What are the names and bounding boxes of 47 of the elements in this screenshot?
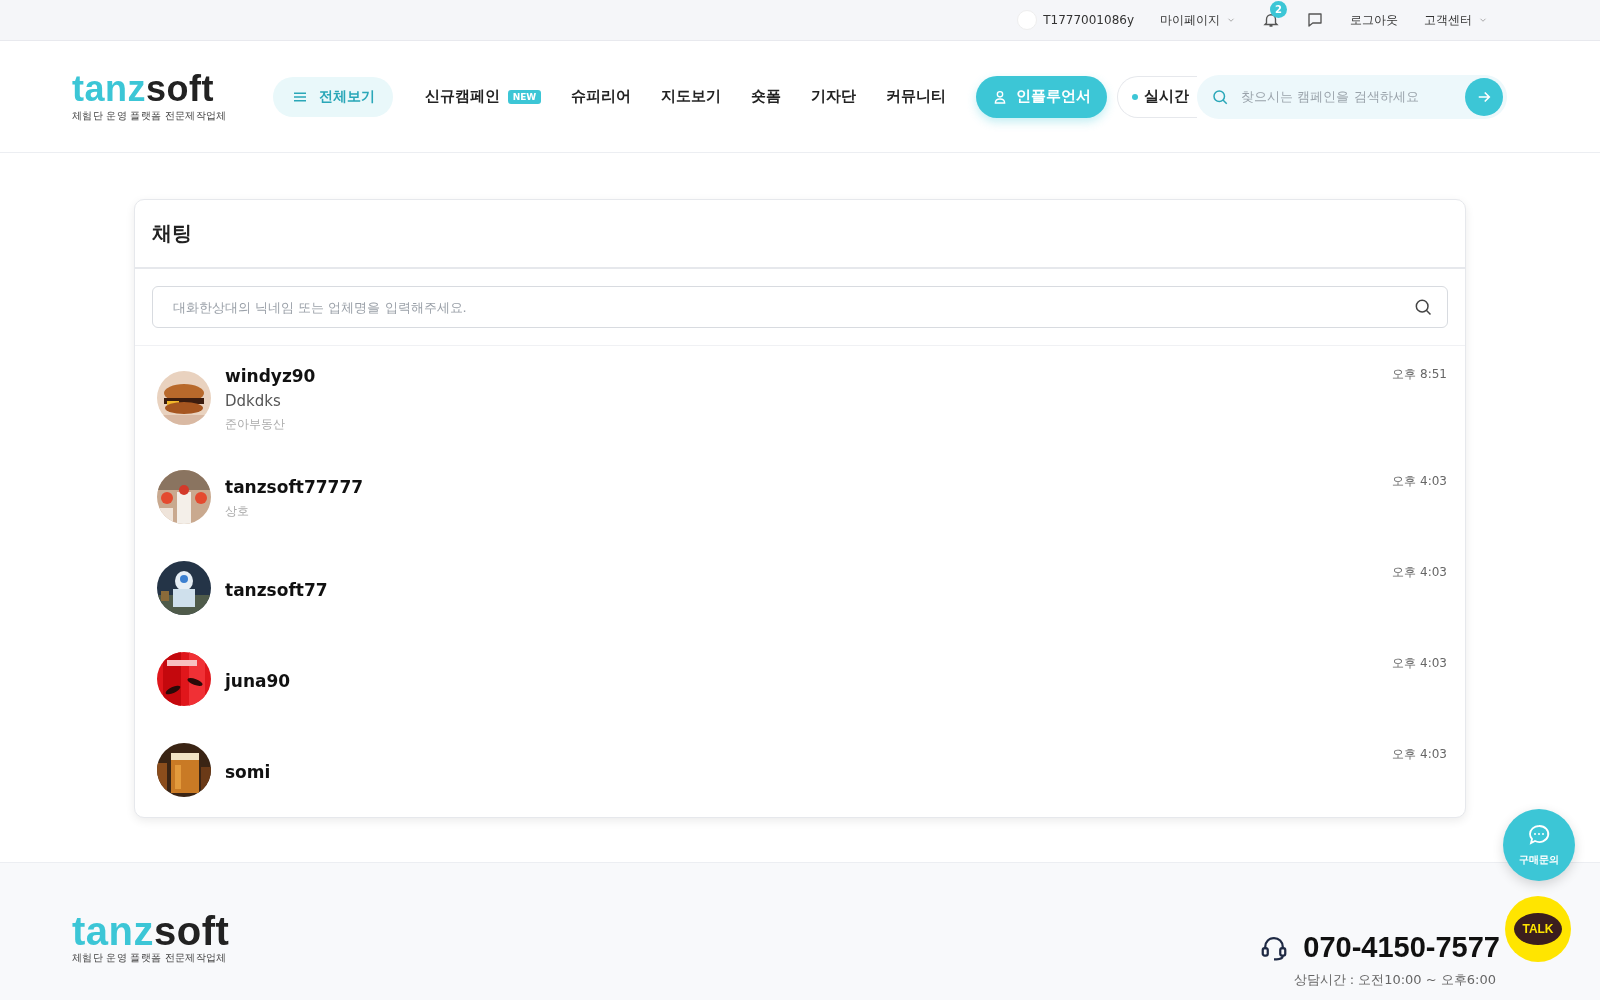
contact-name: tanzsoft77777 — [225, 477, 365, 497]
company-name: 상호 — [225, 503, 250, 520]
contact-name: tanzsoft77 — [225, 579, 329, 600]
logo-tagline: 체험단 운영 플랫폼 전문제작업체 — [72, 108, 227, 123]
business-hours: 상담시간 : 오전10:00 ~ 오후6:00 — [1293, 971, 1496, 989]
nav-link[interactable]: 지도보기 — [661, 87, 722, 106]
search-icon — [1211, 87, 1230, 106]
contact-name: juna90 — [225, 670, 292, 691]
conversation-item[interactable]: juna90 오후 4:03 — [135, 635, 1465, 726]
logo-wordmark[interactable]: tanzsoft — [72, 70, 214, 107]
logo-tagline: 체험단 운영 플랫폼 전문제작업체 — [72, 951, 227, 965]
conversation-item[interactable]: windyz90 Ddkdks 준아부동산 오후 8:51 — [135, 346, 1465, 453]
conversation-item[interactable]: tanzsoft77 오후 4:03 — [135, 544, 1465, 635]
message-time: 오후 4:03 — [1392, 746, 1447, 763]
search-bar[interactable]: 대화한상대의 닉네임 또는 업체명을 입력해주세요. — [152, 286, 1448, 328]
contact-name: somi — [225, 761, 272, 782]
new-badge: NEW — [507, 89, 542, 104]
nav-link[interactable]: 슈피리어 — [571, 87, 632, 106]
search-icon — [1413, 297, 1433, 317]
phone-number: 070-4150-7577 — [1303, 931, 1500, 964]
message-time: 오후 4:03 — [1392, 473, 1447, 490]
company-name: 준아부동산 — [225, 416, 286, 433]
notification-badge: 2 — [1270, 1, 1287, 18]
logo-wordmark[interactable]: tanzsoft — [72, 913, 230, 949]
last-message: Ddkdks — [225, 392, 282, 410]
chat-icon — [1306, 11, 1324, 29]
user-id: T1777001086y — [1043, 13, 1134, 27]
conversation-item[interactable]: somi 오후 4:03 — [135, 726, 1465, 817]
live-dot-icon — [1132, 93, 1139, 100]
support-menu[interactable]: 고객센터 — [1424, 11, 1488, 29]
message-time: 오후 4:03 — [1392, 655, 1447, 672]
search-submit-button[interactable] — [1465, 77, 1504, 116]
speech-bubble-icon — [1527, 823, 1551, 847]
nav-link[interactable]: 신규캠페인 NEW — [424, 87, 542, 106]
conversation-item[interactable]: tanzsoft77777 상호 오후 4:03 — [135, 453, 1465, 544]
contact-name: windyz90 — [225, 366, 317, 386]
search-bar[interactable]: 찾으시는 캠페인을 검색하세요 — [1197, 74, 1508, 119]
panel-title: 채팅 — [135, 200, 1465, 269]
message-time: 오후 8:51 — [1392, 366, 1447, 383]
nav-link[interactable]: 커뮤니티 — [886, 87, 947, 106]
nav-link[interactable]: 기자단 — [811, 87, 857, 106]
campaign-search-field[interactable]: 찾으시는 캠페인을 검색하세요 — [1239, 88, 1456, 105]
mypage-menu[interactable]: 마이페이지 — [1160, 11, 1236, 29]
message-time: 오후 4:03 — [1392, 564, 1447, 581]
logout-link[interactable]: 로그아웃 — [1350, 11, 1398, 29]
nav-link[interactable]: 숏폼 — [751, 87, 782, 106]
bell-icon — [1262, 11, 1280, 29]
